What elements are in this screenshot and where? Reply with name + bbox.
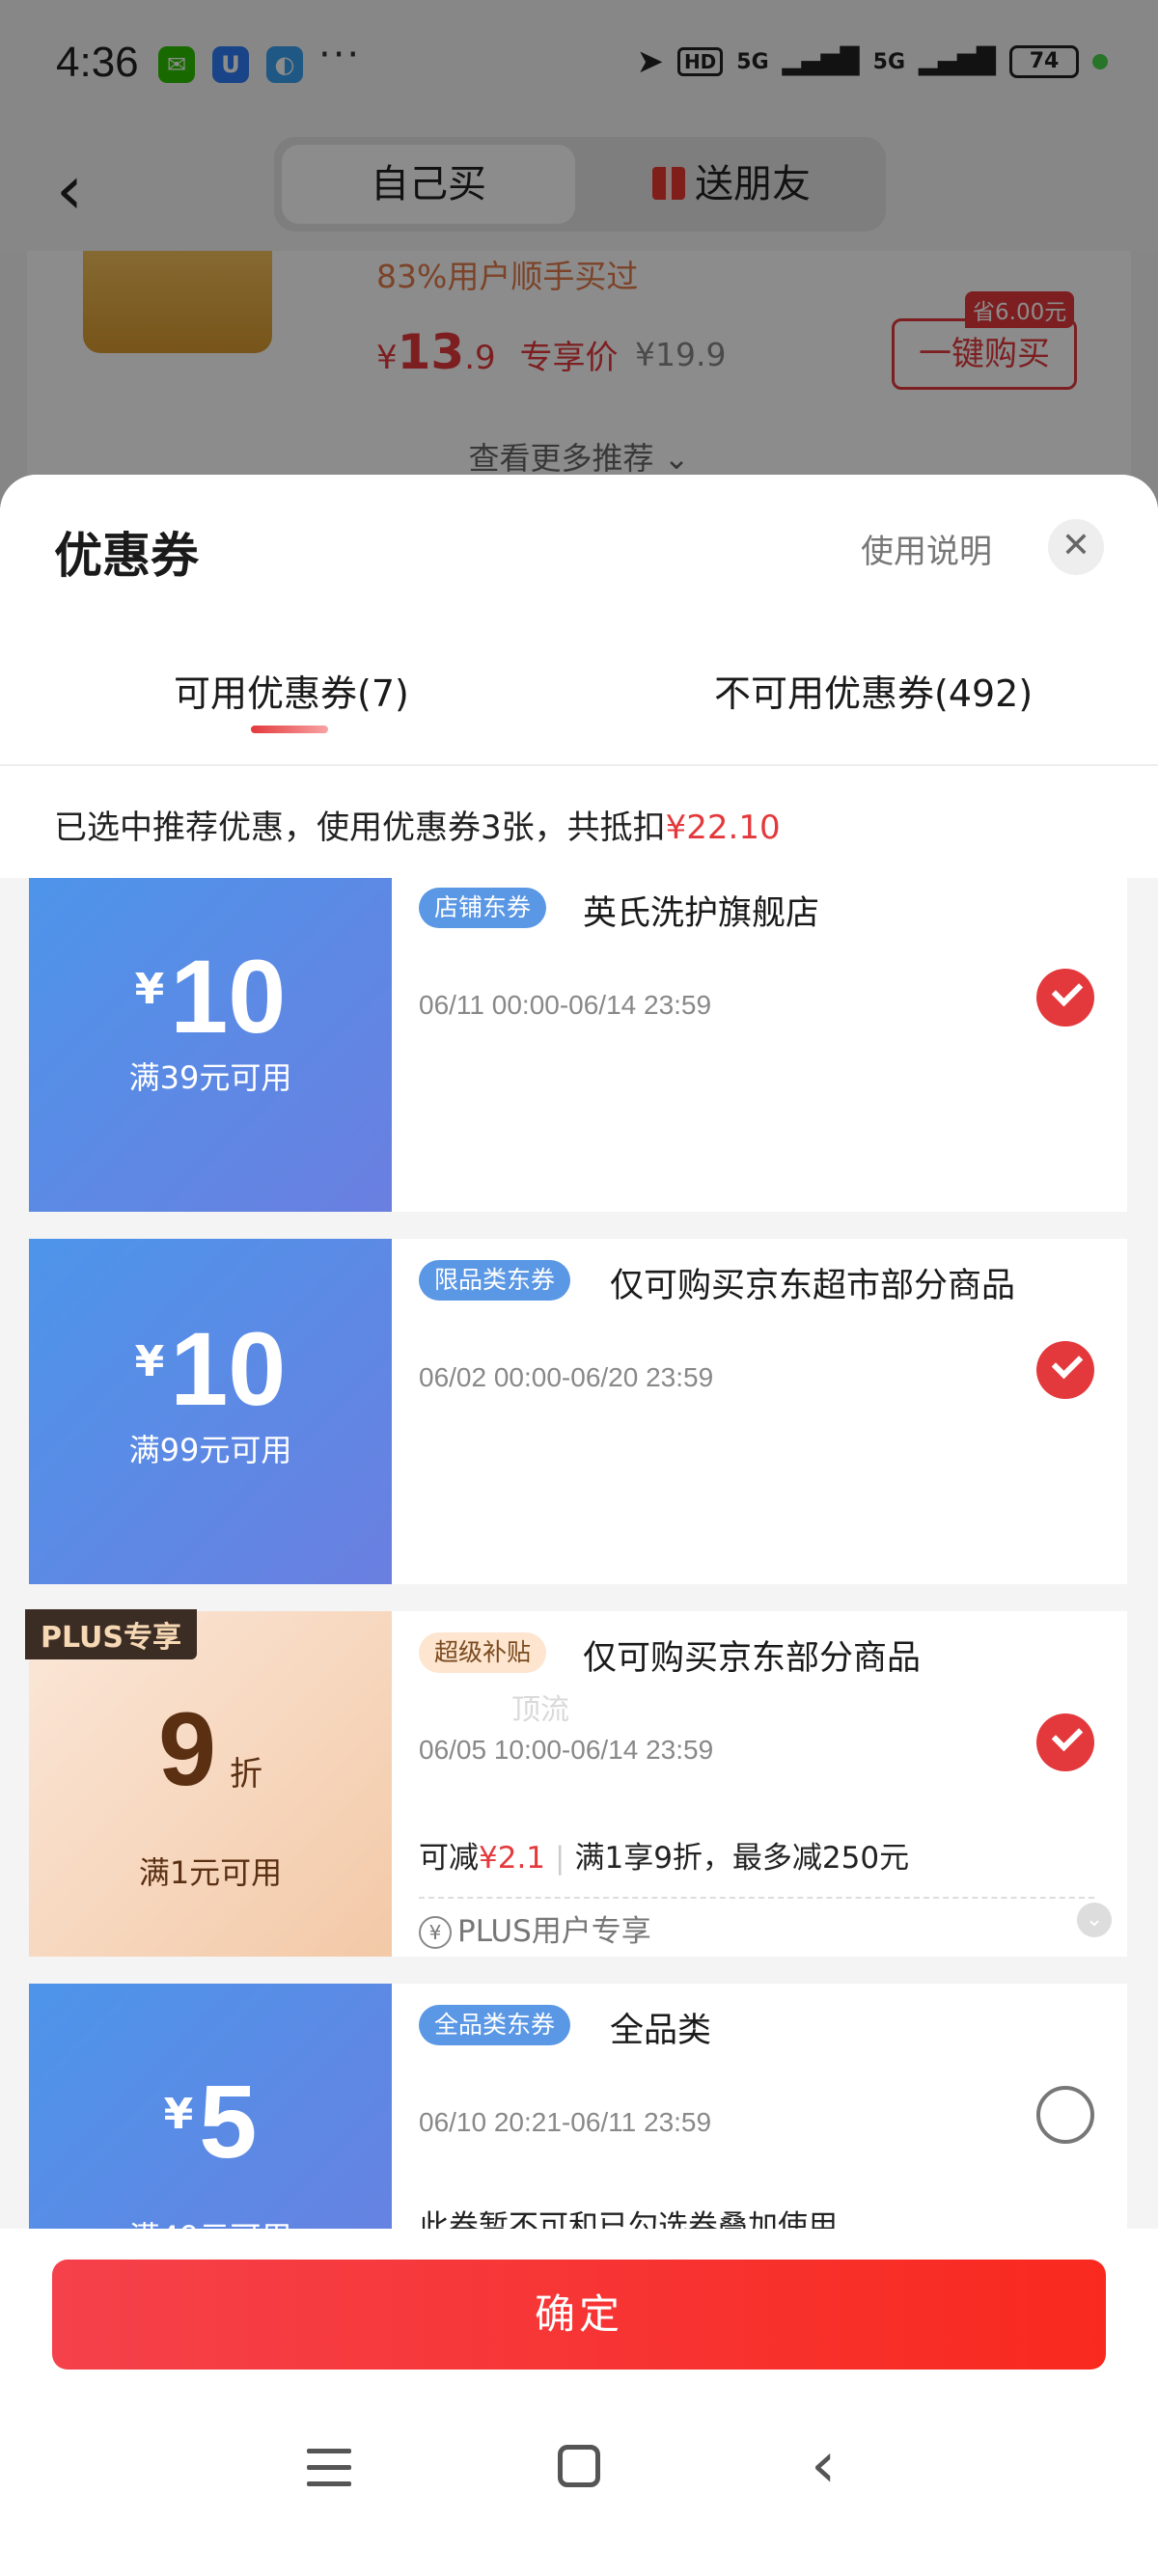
coupon-type-tag: 超级补贴 (419, 1632, 547, 1673)
sheet-header: 优惠券 使用说明 ✕ 可用优惠券(7) 不可用优惠券(492) (0, 475, 1158, 764)
plus-footer-label: PLUS用户专享 (457, 1914, 651, 1949)
coupon-validity: 06/11 00:00-06/14 23:59 (419, 990, 712, 1020)
coupon-detail: 可减¥2.1 | 满1享9折，最多减250元 (419, 1833, 909, 1877)
coupon-condition: 满39元可用 (128, 1059, 292, 1096)
coupon-value-panel: ¥10 满99元可用 (25, 1239, 392, 1584)
usage-instructions-link[interactable]: 使用说明 (861, 525, 992, 572)
summary-text: 已选中推荐优惠，使用优惠券3张，共抵扣¥22.10 (54, 801, 781, 848)
coupon-validity: 06/05 10:00-06/14 23:59 (419, 1735, 714, 1765)
tab-available-coupons[interactable]: 可用优惠券(7) (174, 664, 409, 717)
coupon-name: 全品类 (610, 2012, 712, 2050)
confirm-button[interactable]: 确定 (52, 2260, 1106, 2370)
coupon-validity: 06/10 20:21-06/11 23:59 (419, 2107, 712, 2137)
coupon-amount: ¥10 (29, 936, 392, 1056)
coupon-checked-icon[interactable] (1036, 969, 1094, 1027)
coupon-sheet: 优惠券 使用说明 ✕ 可用优惠券(7) 不可用优惠券(492) 已选中推荐优惠，… (0, 475, 1158, 2576)
system-nav-bar: ‹ (0, 2393, 1158, 2576)
summary-prefix: 已选中推荐优惠，使用优惠券3张，共抵扣 (54, 808, 666, 847)
coupon-value-panel: ¥10 满39元可用 (25, 878, 392, 1212)
recent-apps-icon[interactable] (307, 2449, 351, 2487)
coupon-amount-value: 10 (170, 938, 287, 1055)
coupon-condition: 满99元可用 (128, 1432, 292, 1468)
coupon-checked-icon[interactable] (1036, 1341, 1094, 1399)
coupon-validity: 06/02 00:00-06/20 23:59 (419, 1362, 714, 1392)
coupon-name: 仅可购买京东部分商品 (583, 1639, 922, 1678)
coupon-amount-value: 5 (199, 2063, 258, 2179)
coupon-note: 此券暂不可和已勾选券叠加使用 (419, 2209, 838, 2229)
detail-separator: | (555, 1841, 565, 1876)
coupon-amount: ¥5 (29, 2061, 392, 2181)
system-back-icon[interactable]: ‹ (811, 2427, 836, 2502)
selection-summary: 已选中推荐优惠，使用优惠券3张，共抵扣¥22.10 (0, 764, 1158, 878)
yen-circle-icon: ¥ (419, 1916, 452, 1949)
coupon-rule: 满1享9折，最多减250元 (574, 1841, 910, 1876)
coupon-condition: 满49元可用 (29, 2213, 392, 2229)
coupon-name: 英氏洗护旗舰店 (583, 894, 820, 933)
coupon-checked-icon[interactable] (1036, 1713, 1094, 1771)
watermark: 顶流 (511, 1693, 569, 1727)
coupon-type-tag: 全品类东券 (419, 2005, 571, 2045)
coupon-amount-value: 10 (170, 1310, 287, 1427)
coupon-card[interactable]: ¥10 满39元可用 店铺东券 英氏洗护旗舰店 06/11 00:00-06/1… (25, 878, 1127, 1212)
coupon-name: 仅可购买京东超市部分商品 (610, 1267, 1016, 1305)
coupon-unchecked-icon[interactable] (1036, 2086, 1094, 2144)
chevron-down-icon[interactable]: ⌄ (1077, 1903, 1112, 1937)
coupon-amount: ¥10 (29, 1308, 392, 1429)
discount-unit: 折 (230, 1755, 263, 1794)
plus-exclusive-badge: PLUS专享 (25, 1609, 198, 1659)
reduce-prefix: 可减 (419, 1841, 479, 1876)
coupon-card-plus[interactable]: 9折 满1元可用 PLUS专享 超级补贴 仅可购买京东部分商品 06/05 10… (25, 1609, 1127, 1957)
reduce-amount: ¥2.1 (479, 1841, 546, 1876)
yen-symbol: ¥ (163, 2090, 194, 2139)
dim-overlay[interactable] (0, 0, 1158, 540)
coupon-card[interactable]: ¥10 满99元可用 限品类东券 仅可购买京东超市部分商品 06/02 00:0… (25, 1239, 1127, 1584)
sheet-title: 优惠券 (54, 528, 199, 584)
coupon-type-tag: 店铺东券 (419, 888, 547, 928)
active-tab-indicator (251, 726, 328, 733)
yen-symbol: ¥ (134, 965, 165, 1014)
coupon-value-panel: ¥5 满49元可用 (25, 1984, 392, 2229)
coupon-amount: 9折 (29, 1688, 392, 1809)
background-page: 4:36 ✉ U ◐ ··· ➤ HD 5G ▂▄▆█ 5G ▂▄▆█ 74 ‹… (0, 0, 1158, 540)
close-icon[interactable]: ✕ (1048, 519, 1104, 575)
tab-unavailable-coupons[interactable]: 不可用优惠券(492) (714, 664, 1033, 717)
home-icon[interactable] (558, 2445, 600, 2487)
coupon-condition: 满1元可用 (138, 1854, 283, 1891)
coupon-discount-value: 9 (157, 1690, 217, 1807)
summary-amount: ¥22.10 (665, 808, 781, 847)
coupon-list[interactable]: ¥10 满39元可用 店铺东券 英氏洗护旗舰店 06/11 00:00-06/1… (0, 878, 1158, 2229)
yen-symbol: ¥ (134, 1337, 165, 1386)
plus-user-footer: ¥ PLUS用户专享 (419, 1897, 1094, 1950)
coupon-value-panel: 9折 满1元可用 PLUS专享 (25, 1609, 392, 1957)
coupon-type-tag: 限品类东券 (419, 1260, 571, 1301)
coupon-card[interactable]: ¥5 满49元可用 全品类东券 全品类 06/10 20:21-06/11 23… (25, 1984, 1127, 2229)
